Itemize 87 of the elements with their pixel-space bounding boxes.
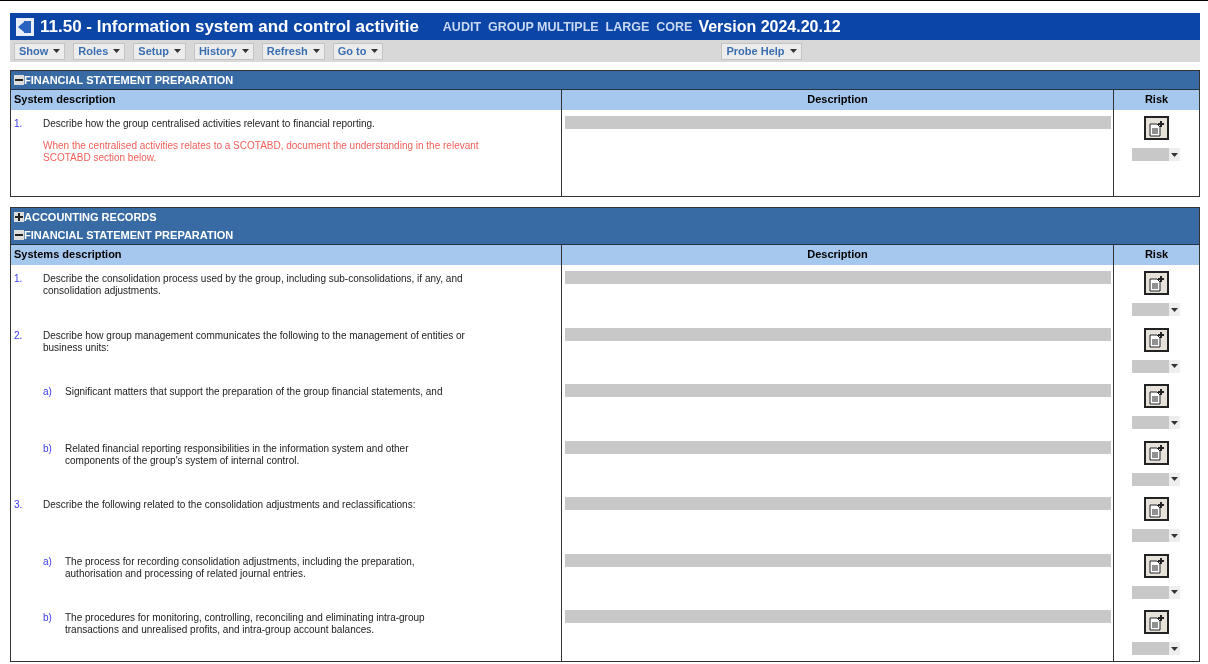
section-toggle[interactable]: FINANCIAL STATEMENT PREPARATION — [14, 73, 234, 87]
risk-dropdown[interactable] — [1131, 472, 1180, 486]
question-text: Related financial reporting responsibilities in the information system and other components of the group's system of internal control. — [65, 442, 410, 467]
add-note-button[interactable] — [1144, 440, 1169, 465]
description-field[interactable] — [565, 271, 1111, 284]
column-header: Risk — [1113, 245, 1199, 265]
window-title: 11.50 - Information system and control activitie — [40, 16, 419, 37]
column-header: System description — [11, 90, 561, 110]
add-note-button[interactable] — [1144, 384, 1169, 408]
add-note-button[interactable] — [1144, 553, 1169, 578]
guidance-note: When the centralised activities relates to a SCOTABD, document the understanding in the relevant SCOTABD section below. — [43, 140, 480, 164]
add-document-icon — [1148, 613, 1165, 631]
menu-button[interactable]: Show — [14, 42, 66, 60]
add-document-icon — [1148, 119, 1165, 137]
menu-button[interactable]: Setup — [133, 42, 186, 60]
caret-icon — [1170, 364, 1178, 368]
question-text: Describe the consolidation process used by the group, including sub-consolidations, if any, and consolidation adjustments. — [43, 273, 464, 297]
add-document-icon — [1148, 500, 1165, 518]
column-header: Description — [561, 90, 1113, 110]
description-field[interactable] — [565, 384, 1111, 397]
caret-icon — [789, 49, 797, 53]
add-note-button[interactable] — [1144, 271, 1169, 295]
caret-icon — [1170, 477, 1178, 481]
item-number: 1. — [14, 273, 24, 286]
caret-icon — [1170, 307, 1178, 312]
collapse-icon — [14, 75, 24, 85]
menu-button[interactable]: Go to — [332, 42, 384, 60]
column-header: Systems description — [11, 245, 561, 265]
description-field[interactable] — [565, 553, 1111, 567]
column-header: Risk — [1113, 90, 1199, 110]
menu-button[interactable]: Roles — [73, 42, 126, 60]
item-number: a) — [43, 386, 53, 398]
item-number: b) — [43, 612, 53, 625]
menu-button[interactable]: History — [193, 42, 254, 60]
item-number: b) — [43, 442, 53, 456]
add-document-icon — [1148, 387, 1165, 405]
question-text: Describe how group management communicates the following to the management of entities or business units: — [43, 329, 466, 354]
caret-icon — [1170, 590, 1178, 594]
description-field[interactable] — [565, 116, 1111, 129]
risk-dropdown[interactable] — [1131, 416, 1180, 429]
risk-dropdown[interactable] — [1131, 359, 1180, 373]
caret-icon — [1170, 152, 1178, 157]
question-text: The process for recording consolidation adjustments, including the preparation, authorisation and processing of related journal entries. — [65, 555, 416, 580]
column-header: Description — [561, 245, 1113, 265]
question-text: Significant matters that support the preparation of the group financial statements, and — [65, 386, 444, 398]
collapse-icon — [14, 230, 24, 240]
add-document-icon — [1148, 331, 1165, 348]
help-menu-button[interactable]: Probe Help — [721, 42, 802, 60]
caret-icon — [1170, 420, 1178, 425]
description-field[interactable] — [565, 440, 1111, 454]
risk-dropdown[interactable] — [1131, 642, 1180, 655]
item-number: 1. — [14, 118, 24, 130]
description-field[interactable] — [565, 327, 1111, 341]
question-text: The procedures for monitoring, controlling, reconciling and eliminating intra-group transactions and unrealised profits, and intra-group account balances. — [65, 612, 426, 636]
caret-icon — [241, 49, 249, 53]
caret-icon — [1170, 533, 1178, 538]
add-note-button[interactable] — [1144, 116, 1169, 140]
caret-icon — [173, 49, 181, 53]
add-note-button[interactable] — [1144, 327, 1169, 352]
description-field[interactable] — [565, 497, 1111, 510]
add-document-icon — [1148, 557, 1165, 574]
edition-tags: AUDIT GROUP MULTIPLE LARGE CORE — [442, 19, 693, 34]
add-note-button[interactable] — [1144, 610, 1169, 634]
caret-icon — [113, 49, 121, 53]
question-text: Describe how the group centralised activities relevant to financial reporting. — [43, 118, 376, 130]
add-document-icon — [1148, 274, 1165, 292]
question-text: Describe the following related to the consolidation adjustments and reclassifications: — [43, 499, 417, 511]
description-field[interactable] — [565, 610, 1111, 623]
add-note-button[interactable] — [1144, 497, 1169, 521]
risk-dropdown[interactable] — [1131, 148, 1180, 161]
risk-dropdown[interactable] — [1131, 303, 1180, 316]
section-toggle[interactable]: FINANCIAL STATEMENT PREPARATION — [14, 228, 234, 242]
expand-icon — [14, 212, 24, 222]
section-toggle[interactable]: ACCOUNTING RECORDS — [14, 210, 157, 224]
menu-button[interactable]: Refresh — [261, 42, 325, 60]
caret-icon — [53, 49, 61, 53]
caret-icon — [1170, 646, 1178, 651]
risk-dropdown[interactable] — [1131, 529, 1180, 542]
item-number: 3. — [14, 499, 24, 511]
item-number: 2. — [14, 329, 24, 343]
item-number: a) — [43, 555, 53, 569]
caret-icon — [312, 49, 320, 53]
add-document-icon — [1148, 444, 1165, 461]
back-icon[interactable] — [16, 17, 34, 36]
caret-icon — [371, 49, 379, 53]
risk-dropdown[interactable] — [1131, 585, 1180, 599]
version-label: Version 2024.20.12 — [698, 17, 841, 36]
